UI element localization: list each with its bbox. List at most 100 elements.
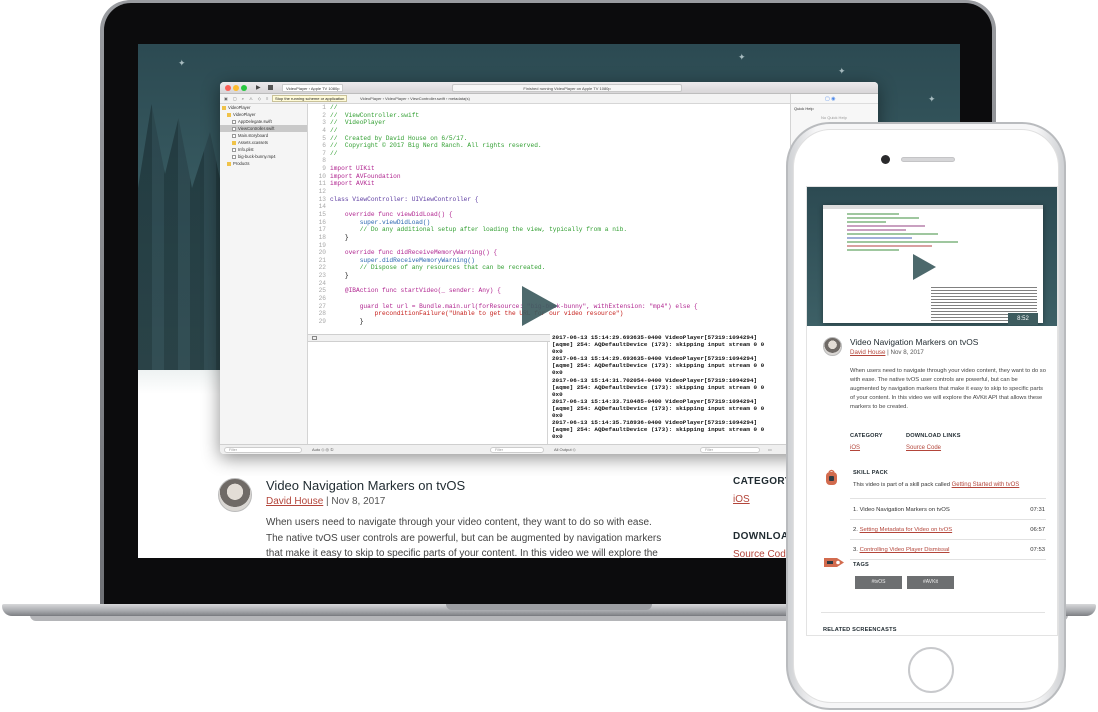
zoom-window-button[interactable] <box>241 85 247 91</box>
console-line: 0x0 <box>552 369 563 377</box>
divider <box>850 498 1046 499</box>
console-line: 2017-06-13 15:14:31.702054-0400 VideoPla… <box>552 376 758 384</box>
close-window-button[interactable] <box>225 85 231 91</box>
mobile-video-hero[interactable]: 8:52 <box>807 187 1057 326</box>
line-number: 14 <box>318 203 326 211</box>
console-line: 0x0 <box>552 412 563 420</box>
scheme-selector[interactable]: VideoPlayer › Apple TV 1080p <box>282 84 344 92</box>
code-text: // Created by David House on 6/5/17. <box>330 134 468 142</box>
activity-status: Finished running VideoPlayer on Apple TV… <box>452 84 682 92</box>
console-filter-input[interactable]: Filter <box>700 447 760 453</box>
line-number: 13 <box>318 195 326 203</box>
lesson-title[interactable]: Setting Metadata for Video on tvOS <box>860 527 953 533</box>
category-heading: CATEGORY <box>733 476 792 487</box>
lesson-number: 1. <box>853 507 858 513</box>
file-icon <box>232 154 236 159</box>
run-icon[interactable]: ▶ <box>256 84 261 92</box>
navigator-item[interactable]: Info.plist <box>220 146 307 153</box>
code-text: // <box>330 126 338 134</box>
quick-help-title: Quick Help <box>794 106 814 111</box>
home-button[interactable] <box>908 647 954 693</box>
navigator-item-label: AppDelegate.swift <box>238 119 272 124</box>
code-line: 14 <box>308 203 790 211</box>
navigator-filter-input[interactable]: Filter <box>224 447 302 453</box>
project-navigator: VideoPlayer VideoPlayer AppDelegate.swift V… <box>220 104 308 444</box>
mobile-category-link[interactable]: iOS <box>850 445 860 451</box>
navigator-item[interactable]: big-buck-bunny.mp4 <box>220 153 307 160</box>
mobile-publish-date: | Nov 8, 2017 <box>887 349 924 356</box>
code-text: // <box>330 104 338 111</box>
tag-avkit[interactable]: #AVKit <box>907 576 954 589</box>
code-line: 13 class ViewController: UIViewController… <box>308 196 790 204</box>
skill-pack-link[interactable]: Getting Started with tvOS <box>952 482 1020 488</box>
lesson-item[interactable]: 2. Setting Metadata for Video on tvOS <box>853 527 952 533</box>
mobile-author-link[interactable]: David House <box>850 349 885 356</box>
trash-icon[interactable]: ▭ <box>768 445 772 454</box>
window-titlebar: ▶ VideoPlayer › Apple TV 1080p Finished … <box>220 82 878 94</box>
tags-heading: TAGS <box>853 562 869 568</box>
inspector-tabs[interactable]: ▢ ◉ <box>791 94 878 104</box>
mobile-play-button[interactable] <box>909 253 937 281</box>
code-line: 3 // VideoPlayer <box>308 119 790 127</box>
code-line: 11 import AVKit <box>308 180 790 188</box>
navigator-item[interactable]: Main.storyboard <box>220 132 307 139</box>
divider <box>821 612 1045 613</box>
variables-filter-input[interactable]: Filter <box>490 447 544 453</box>
lesson-item[interactable]: 1. Video Navigation Markers on tvOS <box>853 507 950 513</box>
code-line: 17 // Do any additional setup after load… <box>308 226 790 234</box>
code-text: // ViewController.swift <box>330 111 420 119</box>
mobile-source-code-link[interactable]: Source Code <box>906 445 941 451</box>
code-line: 18 } <box>308 234 790 242</box>
line-number: 9 <box>322 165 326 173</box>
navigator-item[interactable]: Products <box>220 160 307 167</box>
lesson-duration: 06:57 <box>1030 527 1045 533</box>
laptop-notch <box>446 604 652 610</box>
breadcrumb[interactable]: VideoPlayer › VideoPlayer › ViewControll… <box>360 94 470 103</box>
console-output[interactable]: 2017-06-13 15:14:29.693635-0400 VideoPla… <box>550 334 790 444</box>
minimize-window-button[interactable] <box>233 85 239 91</box>
code-line: 10 import AVFoundation <box>308 173 790 181</box>
file-icon <box>232 119 236 124</box>
line-number: 1 <box>322 104 326 111</box>
mobile-download-heading: DOWNLOAD LINKS <box>906 433 961 439</box>
console-line: [aqme] 254: AQDefaultDevice (173): skipp… <box>552 404 765 412</box>
code-line: 7 // <box>308 150 790 158</box>
tag-icon <box>824 558 844 567</box>
navigator-item[interactable]: ViewController.swift <box>220 125 307 132</box>
navigator-item[interactable]: VideoPlayer <box>220 104 307 111</box>
code-text: } <box>330 272 349 280</box>
lesson-number: 3. <box>853 547 858 553</box>
folder-icon <box>227 161 231 166</box>
star-icon: ✦ <box>928 94 936 104</box>
category-link[interactable]: iOS <box>733 494 750 505</box>
file-icon <box>232 126 236 131</box>
code-text: super.didReceiveMemoryWarning() <box>330 256 475 264</box>
navigator-item-label: big-buck-bunny.mp4 <box>238 154 276 159</box>
play-button[interactable] <box>516 284 560 328</box>
code-text: class ViewController: UIViewController { <box>330 195 479 203</box>
console-line: [aqme] 254: AQDefaultDevice (173): skipp… <box>552 362 765 370</box>
console-line: 2017-06-13 15:14:35.718936-0400 VideoPla… <box>552 419 758 427</box>
line-number: 19 <box>318 241 326 249</box>
stop-icon[interactable] <box>268 85 273 90</box>
debug-area-toggle-icon[interactable] <box>312 336 317 340</box>
lesson-title[interactable]: Controlling Video Player Dismissal <box>860 547 950 553</box>
line-number: 10 <box>318 172 326 180</box>
code-line: 4 // <box>308 127 790 135</box>
lesson-item[interactable]: 3. Controlling Video Player Dismissal <box>853 547 950 553</box>
source-code-link[interactable]: Source Code <box>733 549 791 558</box>
file-icon <box>232 147 236 152</box>
variables-scope-selector[interactable]: Auto ◇ ◎ ① <box>312 445 334 454</box>
author-link[interactable]: David House <box>266 496 323 507</box>
article-description: When users need to navigate through your… <box>266 517 662 558</box>
navigator-item[interactable]: AppDelegate.swift <box>220 118 307 125</box>
console-line: 2017-06-13 15:14:29.693635-0400 VideoPla… <box>552 334 758 341</box>
console-output-selector[interactable]: All Output ◇ <box>554 445 576 454</box>
navigator-item-label: VideoPlayer <box>233 112 256 117</box>
code-line: 1 // <box>308 104 790 112</box>
navigator-item[interactable]: Assets.xcassets <box>220 139 307 146</box>
tag-tvos[interactable]: #tvOS <box>855 576 902 589</box>
navigator-item[interactable]: VideoPlayer <box>220 111 307 118</box>
star-icon: ✦ <box>838 66 846 76</box>
publish-date: | Nov 8, 2017 <box>326 496 386 507</box>
